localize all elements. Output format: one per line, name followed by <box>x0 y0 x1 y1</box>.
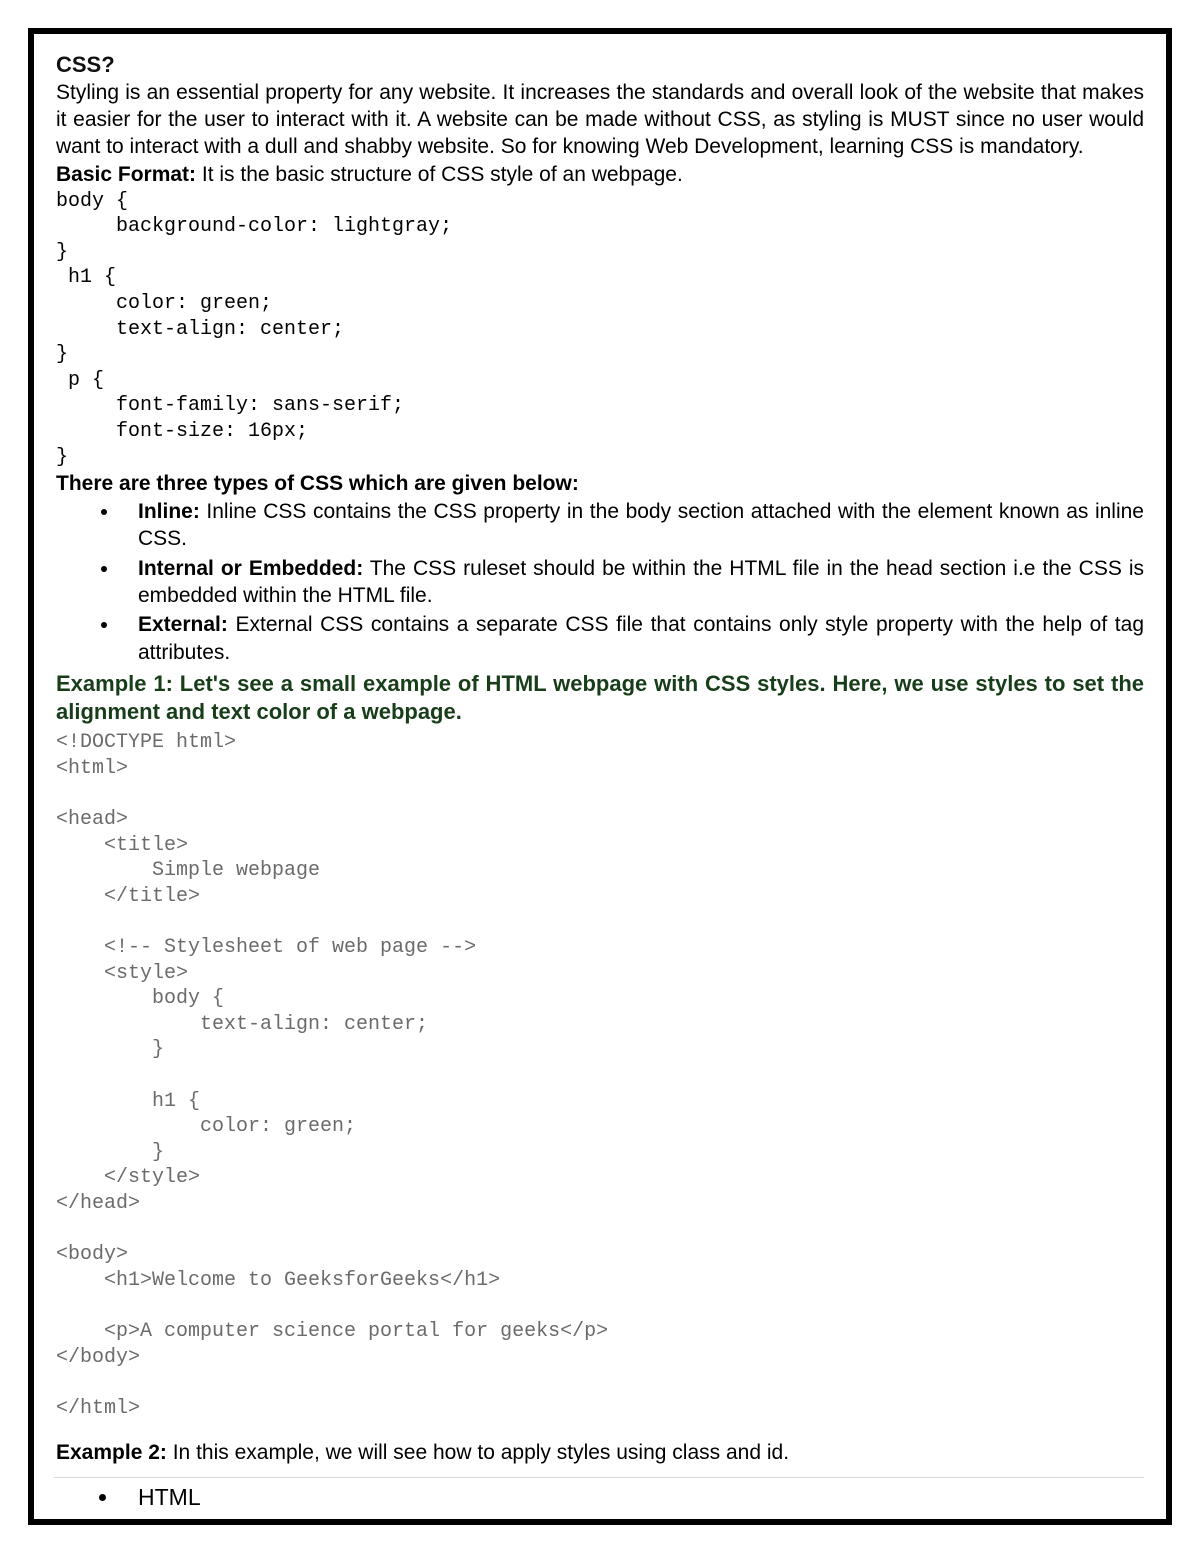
type-desc: Inline CSS contains the CSS property in … <box>138 500 1144 550</box>
example2-text: In this example, we will see how to appl… <box>167 1441 789 1464</box>
example2-line: Example 2: In this example, we will see … <box>56 1441 1144 1465</box>
intro-paragraph: Styling is an essential property for any… <box>56 80 1144 161</box>
example1-heading: Example 1: Let's see a small example of … <box>56 670 1144 726</box>
css-types-list: Inline: Inline CSS contains the CSS prop… <box>56 498 1144 666</box>
page-border: CSS? Styling is an essential property fo… <box>28 28 1172 1525</box>
type-name: External: <box>138 613 228 636</box>
example2-label: Example 2: <box>56 1441 167 1464</box>
type-name: Internal or Embedded: <box>138 557 363 580</box>
basic-format-text: It is the basic structure of CSS style o… <box>196 163 683 186</box>
list-item: HTML <box>120 1484 1144 1511</box>
list-item: Internal or Embedded: The CSS ruleset sh… <box>120 555 1144 610</box>
types-heading: There are three types of CSS which are g… <box>56 472 1144 496</box>
document-page: CSS? Styling is an essential property fo… <box>0 0 1200 1553</box>
list-item: External: External CSS contains a separa… <box>120 611 1144 666</box>
divider-line <box>54 1477 1144 1478</box>
css-heading: CSS? <box>56 52 1144 78</box>
example2-list: HTML <box>56 1484 1144 1511</box>
code-block-basic-format: body { background-color: lightgray; } h1… <box>56 189 1144 471</box>
type-desc: External CSS contains a separate CSS fil… <box>138 613 1144 663</box>
list-item: Inline: Inline CSS contains the CSS prop… <box>120 498 1144 553</box>
basic-format-label: Basic Format: <box>56 163 196 186</box>
basic-format-line: Basic Format: It is the basic structure … <box>56 163 1144 187</box>
code-block-example1: <!DOCTYPE html> <html> <head> <title> Si… <box>56 730 1144 1421</box>
type-name: Inline: <box>138 500 200 523</box>
